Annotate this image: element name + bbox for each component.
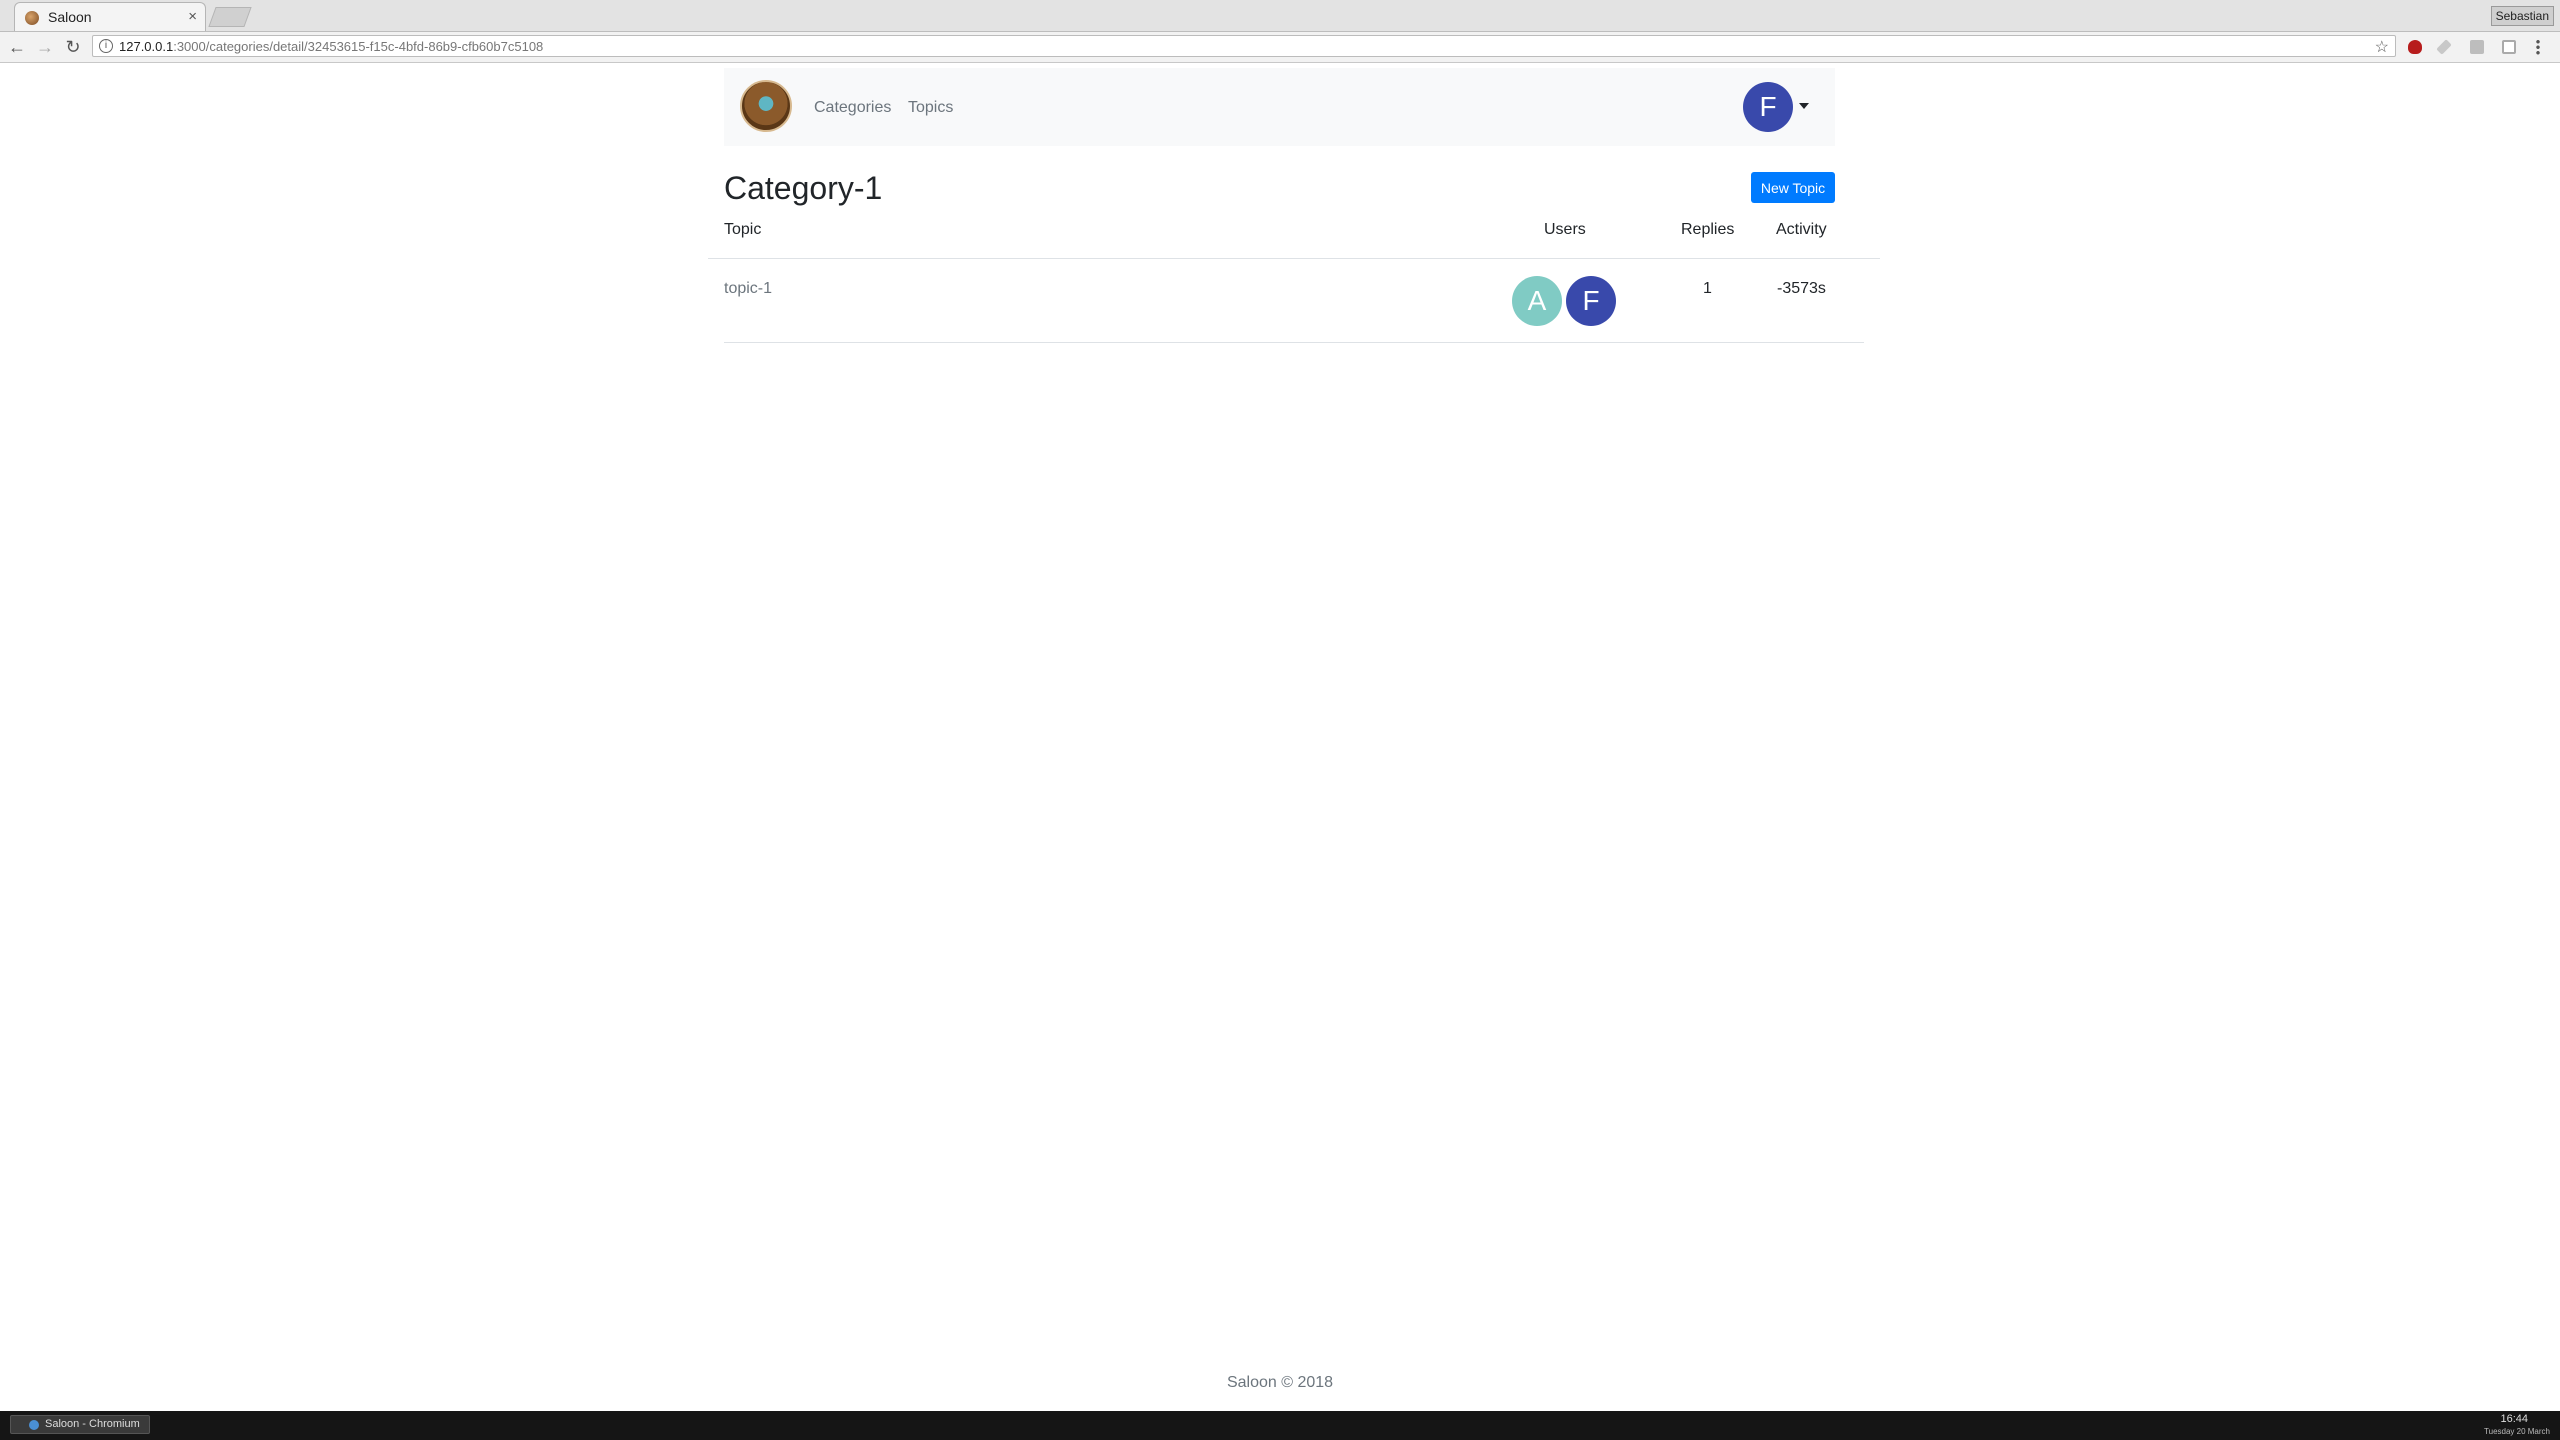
- column-header-users: Users: [1544, 221, 1586, 238]
- url-path: :3000/categories/detail/32453615-f15c-4b…: [173, 39, 544, 54]
- taskbar-window-label: Saloon - Chromium: [45, 1418, 140, 1430]
- user-avatar[interactable]: F: [1743, 82, 1793, 132]
- ublock-shield-icon[interactable]: [2408, 40, 2422, 54]
- url-host: 127.0.0.1: [119, 39, 174, 54]
- extension-screen-icon[interactable]: [2470, 40, 2484, 54]
- chromium-icon: [29, 1420, 39, 1430]
- new-topic-button[interactable]: New Topic: [1751, 172, 1835, 203]
- profile-button[interactable]: Sebastian: [2490, 6, 2554, 26]
- browser-menu-icon[interactable]: [2536, 39, 2540, 55]
- extension-feather-icon[interactable]: [2436, 39, 2452, 55]
- forward-arrow-icon[interactable]: →: [34, 36, 56, 58]
- browser-tabstrip: Saloon × Sebastian: [0, 0, 2560, 32]
- column-header-activity: Activity: [1776, 221, 1827, 238]
- page-footer: Saloon © 2018: [1226, 1374, 1334, 1391]
- table-divider: [724, 342, 1864, 343]
- tab-title: Saloon: [48, 9, 92, 25]
- chevron-down-icon[interactable]: [1799, 103, 1809, 109]
- address-url: 127.0.0.1:3000/categories/detail/3245361…: [119, 39, 543, 54]
- clock-time: 16:44: [2500, 1413, 2528, 1425]
- info-icon[interactable]: i: [99, 39, 113, 53]
- page-title: Category-1: [724, 170, 883, 206]
- browser-tab[interactable]: Saloon ×: [14, 2, 206, 31]
- reload-icon[interactable]: ↻: [62, 36, 84, 58]
- new-tab-button[interactable]: [208, 7, 252, 27]
- back-arrow-icon[interactable]: ←: [6, 36, 28, 58]
- address-bar[interactable]: i 127.0.0.1:3000/categories/detail/32453…: [92, 35, 2396, 57]
- taskbar-window-button[interactable]: Saloon - Chromium: [10, 1415, 150, 1434]
- os-taskbar: Saloon - Chromium 16:44 Tuesday 20 March: [0, 1411, 2560, 1440]
- nav-link-categories[interactable]: Categories: [814, 99, 891, 117]
- table-divider: [708, 258, 1880, 259]
- user-avatar-a[interactable]: A: [1512, 276, 1562, 326]
- bookmark-star-icon[interactable]: ☆: [2375, 37, 2389, 57]
- user-avatar-f[interactable]: F: [1566, 276, 1616, 326]
- browser-toolbar: ← → ↻ i 127.0.0.1:3000/categories/detail…: [0, 32, 2560, 63]
- app-navbar: Categories Topics F: [724, 68, 1835, 146]
- column-header-replies: Replies: [1681, 221, 1735, 238]
- replies-count: 1: [1703, 280, 1712, 297]
- tab-close-icon[interactable]: ×: [188, 8, 197, 25]
- saloon-favicon-icon: [25, 11, 39, 25]
- clock-date: Tuesday 20 March: [2484, 1427, 2550, 1436]
- topic-link[interactable]: topic-1: [724, 280, 772, 298]
- nav-link-topics[interactable]: Topics: [908, 99, 953, 117]
- extension-box-icon[interactable]: [2502, 40, 2516, 54]
- column-header-topic: Topic: [724, 221, 762, 238]
- saloon-logo-icon[interactable]: [740, 80, 792, 132]
- activity-value: -3573s: [1777, 280, 1826, 297]
